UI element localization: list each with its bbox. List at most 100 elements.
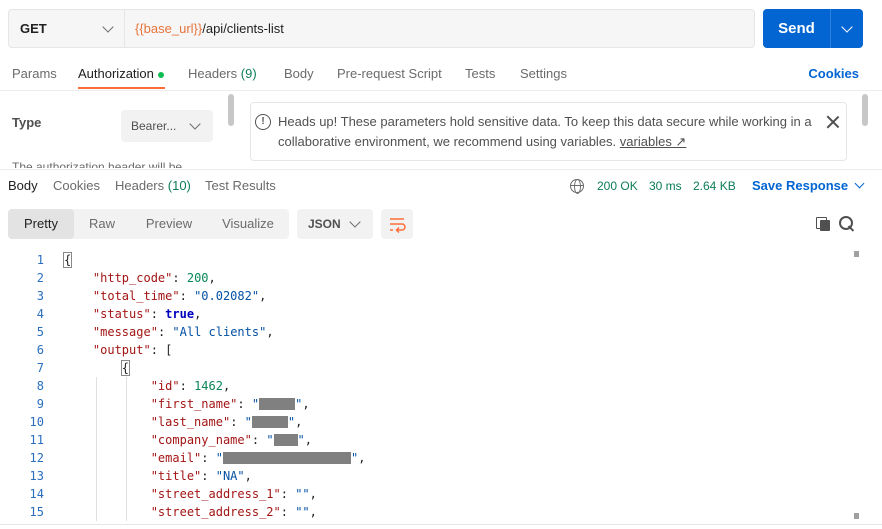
resp-tab-body[interactable]: Body	[8, 178, 38, 193]
send-button-group: Send	[763, 9, 863, 48]
redacted-value	[259, 397, 296, 410]
request-url-bar: GET {{base_url}}/api/clients-list	[8, 9, 755, 48]
method-label: GET	[20, 21, 47, 36]
code-text: "first_name": " ",	[150, 397, 310, 411]
response-tabs: Body Cookies Headers (10) Test Results 2…	[0, 169, 882, 199]
method-select[interactable]: GET	[9, 10, 125, 47]
url-variable: {{base_url}}	[135, 21, 203, 36]
url-path: /api/clients-list	[202, 21, 284, 36]
active-tab-indicator	[78, 87, 165, 89]
cookies-link[interactable]: Cookies	[808, 66, 859, 81]
tab-authorization-label: Authorization	[78, 66, 154, 81]
line-number: 6	[36, 343, 44, 357]
chevron-down-icon	[189, 118, 201, 130]
code-line: 3 "total_time": "0.02082",	[0, 287, 850, 305]
status-code[interactable]: 200 OK	[597, 179, 638, 193]
line-number: 1	[36, 253, 44, 267]
resp-tab-cookies[interactable]: Cookies	[53, 178, 100, 193]
code-text: "title": "NA",	[150, 469, 252, 483]
resp-tab-headers-label: Headers	[115, 178, 165, 193]
globe-icon[interactable]	[570, 179, 584, 194]
scroll-down-icon[interactable]	[854, 513, 859, 519]
code-text: "street_address_1": "",	[150, 487, 317, 501]
chevron-down-icon	[841, 20, 853, 33]
copy-icon[interactable]	[816, 217, 830, 231]
active-dot-icon	[157, 71, 164, 78]
format-value: JSON	[308, 217, 341, 231]
line-number: 13	[29, 469, 44, 483]
code-line: 1{	[0, 251, 850, 269]
code-text: "street_address_2": "",	[150, 505, 317, 519]
variables-link[interactable]: variables ↗	[620, 134, 687, 149]
bottom-border	[0, 524, 882, 529]
chevron-down-icon	[102, 20, 114, 33]
auth-type-label: Type	[12, 115, 42, 130]
resp-tab-headers-count: (10)	[167, 178, 191, 193]
send-options-button[interactable]	[830, 9, 863, 48]
code-line: 11 "company_name": " ",	[0, 431, 850, 449]
search-icon[interactable]	[839, 216, 855, 232]
wrap-lines-button[interactable]	[381, 209, 413, 239]
code-text: "status": true,	[92, 307, 202, 321]
line-number: 10	[29, 415, 44, 429]
resp-tab-headers[interactable]: Headers (10)	[115, 178, 191, 193]
code-line: 4 "status": true,	[0, 305, 850, 323]
tab-headers-label: Headers	[188, 66, 238, 81]
response-body-code[interactable]: 1{ 2 "http_code": 200, 3 "total_time": "…	[0, 251, 850, 521]
code-text: "id": 1462,	[150, 379, 231, 393]
line-number: 9	[36, 397, 44, 411]
tab-authorization[interactable]: Authorization	[78, 66, 164, 81]
line-number: 8	[36, 379, 44, 393]
code-text: {	[62, 252, 73, 268]
line-number: 3	[36, 289, 44, 303]
warning-message: Heads up! These parameters hold sensitiv…	[278, 112, 818, 152]
code-line: 2 "http_code": 200,	[0, 269, 850, 287]
code-line: 9 "first_name": " ",	[0, 395, 850, 413]
line-number: 15	[29, 505, 44, 519]
auth-type-select[interactable]: Bearer...	[121, 110, 213, 142]
line-number: 2	[36, 271, 44, 285]
format-select[interactable]: JSON	[297, 209, 373, 239]
tab-params[interactable]: Params	[12, 66, 57, 81]
code-line: 8 "id": 1462,	[0, 377, 850, 395]
tab-tests[interactable]: Tests	[465, 66, 495, 81]
scroll-up-icon[interactable]	[854, 251, 859, 257]
response-size[interactable]: 2.64 KB	[693, 179, 736, 193]
redacted-value	[251, 415, 288, 428]
tab-prerequest-script[interactable]: Pre-request Script	[337, 66, 442, 81]
mode-raw[interactable]: Raw	[78, 209, 126, 239]
line-number: 7	[36, 361, 44, 375]
tab-headers[interactable]: Headers (9)	[188, 66, 257, 81]
response-time[interactable]: 30 ms	[649, 179, 682, 193]
chevron-down-icon	[349, 216, 361, 228]
mode-pretty[interactable]: Pretty	[8, 209, 74, 239]
code-line: 15 "street_address_2": "",	[0, 503, 850, 521]
redacted-value	[273, 433, 298, 446]
code-line: 10 "last_name": " ",	[0, 413, 850, 431]
code-scrollbar[interactable]	[851, 251, 862, 521]
line-number: 12	[29, 451, 44, 465]
auth-left-scrollbar[interactable]	[228, 94, 234, 126]
resp-tab-test-results[interactable]: Test Results	[205, 178, 276, 193]
view-mode-switcher: Pretty Raw Preview Visualize	[8, 209, 289, 239]
auth-right-scrollbar[interactable]	[862, 94, 868, 126]
mode-preview[interactable]: Preview	[132, 209, 206, 239]
mode-visualize[interactable]: Visualize	[212, 209, 284, 239]
line-number: 14	[29, 487, 44, 501]
close-icon[interactable]	[826, 115, 840, 129]
redacted-value	[222, 451, 351, 464]
tab-settings[interactable]: Settings	[520, 66, 567, 81]
line-number: 11	[29, 433, 44, 447]
send-button[interactable]: Send	[763, 20, 830, 37]
code-text: "output": [	[92, 343, 173, 357]
tab-headers-count: (9)	[240, 66, 257, 81]
code-text: "message": "All clients",	[92, 325, 274, 339]
code-text: "http_code": 200,	[92, 271, 216, 285]
wrap-lines-icon	[390, 218, 406, 234]
url-input[interactable]: {{base_url}}/api/clients-list	[125, 21, 284, 36]
code-text: "total_time": "0.02082",	[92, 289, 267, 303]
line-number: 4	[36, 307, 44, 321]
tab-body[interactable]: Body	[284, 66, 314, 81]
code-line: 14 "street_address_1": "",	[0, 485, 850, 503]
save-response-button[interactable]: Save Response	[752, 178, 865, 193]
